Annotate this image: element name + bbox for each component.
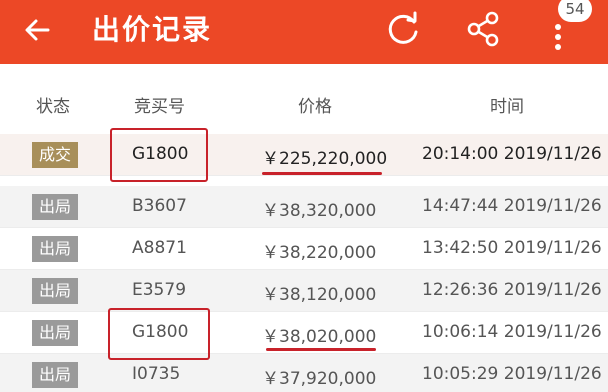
table-row[interactable]: 出局 B3607 ￥38,320,000 14:47:44 2019/11/26 xyxy=(0,186,608,228)
table-row[interactable]: 成交 G1800 ￥225,220,000 20:14:00 2019/11/2… xyxy=(0,134,608,176)
bid-number: I0735 xyxy=(132,364,181,384)
bid-number: E3579 xyxy=(132,280,187,300)
highlight-box-earlier-bid xyxy=(108,308,210,360)
bid-time: 10:05:29 2019/11/26 xyxy=(422,364,602,384)
status-badge: 出局 xyxy=(32,362,78,388)
bid-time: 12:26:36 2019/11/26 xyxy=(422,280,602,300)
table-row[interactable]: 出局 I0735 ￥37,920,000 10:05:29 2019/11/26 xyxy=(0,354,608,392)
highlight-underline-earlier-price xyxy=(266,348,376,351)
column-time: 时间 xyxy=(490,97,524,117)
page-title: 出价记录 xyxy=(92,13,213,46)
bid-price: ￥38,320,000 xyxy=(262,201,377,221)
bid-time: 10:06:14 2019/11/26 xyxy=(422,322,602,342)
status-badge: 出局 xyxy=(32,236,78,262)
notification-badge: 54 xyxy=(558,0,592,22)
bid-price: ￥38,020,000 xyxy=(262,327,377,347)
column-bid-number: 竞买号 xyxy=(134,97,185,117)
column-status: 状态 xyxy=(36,97,70,117)
share-icon[interactable] xyxy=(462,8,504,50)
bid-time: 14:47:44 2019/11/26 xyxy=(422,196,602,216)
bid-time: 13:42:50 2019/11/26 xyxy=(422,238,602,258)
more-options-icon[interactable] xyxy=(548,22,568,52)
refresh-icon[interactable] xyxy=(382,8,424,50)
bid-time: 20:14:00 2019/11/26 xyxy=(422,144,602,164)
bid-price: ￥225,220,000 xyxy=(262,149,388,169)
app-header: 出价记录 54 xyxy=(0,0,608,64)
highlight-underline-winning-price xyxy=(262,172,382,175)
table-row[interactable]: 出局 E3579 ￥38,120,000 12:26:36 2019/11/26 xyxy=(0,270,608,312)
bid-number: B3607 xyxy=(132,196,187,216)
status-badge: 成交 xyxy=(32,142,78,168)
back-arrow-icon[interactable] xyxy=(18,10,58,50)
highlight-box-winning-bid xyxy=(110,128,208,182)
status-badge: 出局 xyxy=(32,320,78,346)
bid-price: ￥37,920,000 xyxy=(262,369,377,389)
bid-price: ￥38,220,000 xyxy=(262,243,377,263)
bid-price: ￥38,120,000 xyxy=(262,285,377,305)
bid-number: A8871 xyxy=(132,238,187,258)
status-badge: 出局 xyxy=(32,278,78,304)
table-row[interactable]: 出局 A8871 ￥38,220,000 13:42:50 2019/11/26 xyxy=(0,228,608,270)
status-badge: 出局 xyxy=(32,194,78,220)
table-header: 状态 竞买号 价格 时间 xyxy=(0,84,608,124)
column-price: 价格 xyxy=(298,97,332,117)
